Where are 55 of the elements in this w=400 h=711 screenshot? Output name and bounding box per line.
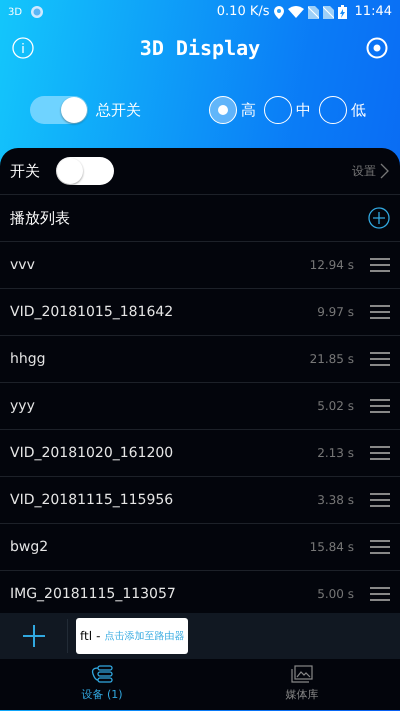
drag-handle-icon[interactable]	[370, 587, 390, 601]
no-sim-icon	[308, 6, 319, 18]
gallery-icon	[291, 665, 314, 684]
playlist-title: 播放列表	[10, 208, 70, 229]
video-name: VID_20181020_161200	[10, 444, 174, 462]
quality-label: 低	[351, 100, 366, 121]
battery-charging-icon	[338, 5, 347, 19]
video-duration: 12.94 s	[310, 257, 354, 274]
chevron-right-icon[interactable]	[380, 163, 390, 179]
drag-handle-icon[interactable]	[370, 258, 390, 272]
video-name: vvv	[10, 256, 35, 274]
location-icon	[274, 6, 284, 18]
drag-handle-icon[interactable]	[370, 493, 390, 507]
add-icon[interactable]	[22, 625, 44, 647]
quality-radio[interactable]	[319, 96, 347, 124]
quality-radio[interactable]	[264, 96, 292, 124]
quality-radio[interactable]	[209, 96, 237, 124]
device-chip[interactable]: ftl - 点击添加至路由器	[76, 618, 188, 654]
video-duration: 5.02 s	[317, 398, 354, 415]
video-duration: 9.97 s	[317, 304, 354, 321]
quality-label: 高	[241, 100, 256, 121]
drag-handle-icon[interactable]	[370, 352, 390, 366]
switch-label: 开关	[10, 160, 40, 182]
video-name: bwg2	[10, 538, 48, 556]
video-name: VID_20181115_115956	[10, 490, 174, 510]
drag-handle-icon[interactable]	[370, 399, 390, 413]
network-speed: 0.10 K/s	[216, 3, 270, 22]
nav-tab[interactable]: 设备 (1)	[0, 659, 204, 710]
settings-link[interactable]: 设置	[352, 162, 376, 180]
nav-tab[interactable]: 媒体库	[204, 659, 400, 710]
drag-handle-icon[interactable]	[370, 305, 390, 319]
video-name: yyy	[10, 396, 35, 416]
wifi-icon	[288, 6, 304, 18]
quality-label: 中	[296, 100, 311, 121]
video-name: VID_20181015_181642	[10, 302, 174, 322]
record-icon[interactable]	[366, 37, 388, 59]
drag-handle-icon[interactable]	[370, 446, 390, 460]
no-sim-icon	[322, 6, 334, 18]
video-duration: 3.38 s	[317, 492, 354, 509]
video-name: IMG_20181115_113057	[10, 584, 176, 604]
circle-icon	[30, 5, 44, 19]
video-duration: 5.00 s	[317, 586, 354, 603]
playback-toggle[interactable]	[56, 157, 114, 185]
app-title: 3D Display	[140, 35, 260, 62]
video-duration: 2.13 s	[317, 445, 354, 462]
clock: 11:44	[354, 3, 392, 22]
devices-icon	[89, 665, 116, 684]
add-icon[interactable]	[368, 207, 390, 229]
video-duration: 15.84 s	[310, 539, 354, 556]
video-name: hhgg	[10, 350, 46, 368]
master-switch-label: 总开关	[96, 100, 141, 121]
drag-handle-icon[interactable]	[370, 540, 390, 554]
app-indicator: 3D	[8, 6, 22, 20]
video-duration: 21.85 s	[310, 351, 354, 368]
master-toggle[interactable]	[30, 96, 88, 124]
